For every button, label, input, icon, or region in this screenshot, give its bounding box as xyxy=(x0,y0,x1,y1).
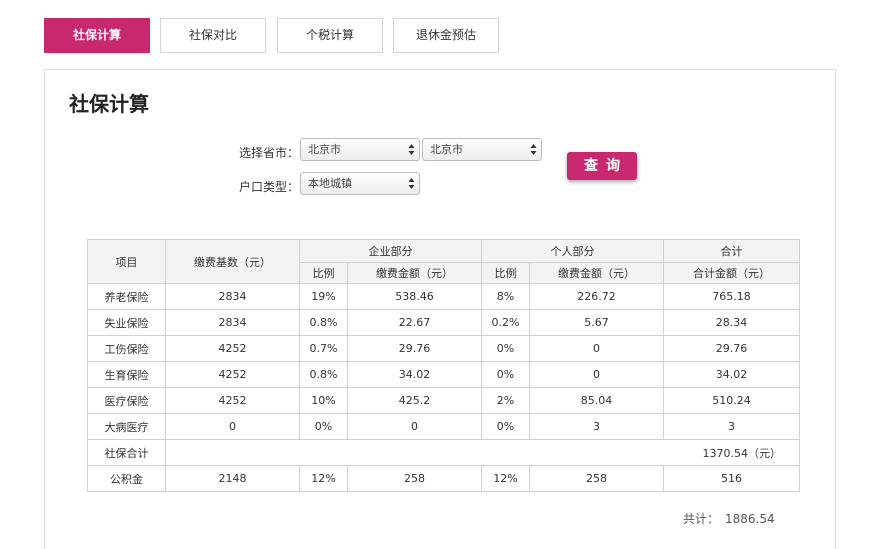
tab-social-insurance-calc[interactable]: 社保计算 xyxy=(44,18,150,53)
cell-personal-ratio: 0.2% xyxy=(481,309,530,336)
cell-base: 4252 xyxy=(165,387,300,414)
cell-item: 公积金 xyxy=(87,465,166,492)
province-select[interactable]: 北京市 xyxy=(300,138,420,161)
cell-total: 29.76 xyxy=(663,335,800,362)
cell-item: 养老保险 xyxy=(87,283,166,310)
cell-total: 765.18 xyxy=(663,283,800,310)
tab-social-insurance-compare[interactable]: 社保对比 xyxy=(160,18,266,53)
cell-item: 失业保险 xyxy=(87,309,166,336)
cell-base: 4252 xyxy=(165,361,300,388)
cell-total: 510.24 xyxy=(663,387,800,414)
cell-base: 4252 xyxy=(165,335,300,362)
cell-personal-ratio: 0% xyxy=(481,335,530,362)
header-total: 合计 xyxy=(663,239,800,263)
header-enterprise-amount: 缴费金额（元） xyxy=(347,262,482,284)
tab-pension-estimate[interactable]: 退休金预估 xyxy=(393,18,499,53)
grand-total-label: 共计： xyxy=(683,512,720,526)
fund-row: 公积金 2148 12% 258 12% 258 516 xyxy=(87,465,800,492)
cell-personal-ratio: 0% xyxy=(481,361,530,388)
cell-item: 生育保险 xyxy=(87,361,166,388)
hukou-value: 本地城镇 xyxy=(308,177,352,190)
cell-personal-amount: 0 xyxy=(529,361,664,388)
cell-enterprise-amount: 425.2 xyxy=(347,387,482,414)
cell-base: 0 xyxy=(165,413,300,440)
cell-personal-ratio: 2% xyxy=(481,387,530,414)
cell-enterprise-ratio: 0% xyxy=(299,413,348,440)
select-arrows-icon xyxy=(408,178,415,189)
cell-item: 医疗保险 xyxy=(87,387,166,414)
table-header-row: 项目 缴费基数（元） 企业部分 个人部分 合计 xyxy=(87,239,800,284)
cell-enterprise-ratio: 0.8% xyxy=(299,361,348,388)
city-value: 北京市 xyxy=(430,143,463,156)
cell-personal-amount: 85.04 xyxy=(529,387,664,414)
header-personal: 个人部分 xyxy=(481,239,664,263)
cell-enterprise-amount: 258 xyxy=(347,465,482,492)
page-title: 社保计算 xyxy=(69,92,149,116)
cell-enterprise-amount: 538.46 xyxy=(347,283,482,310)
cell-personal-ratio: 0% xyxy=(481,413,530,440)
cell-personal-amount: 3 xyxy=(529,413,664,440)
tab-income-tax-calc[interactable]: 个税计算 xyxy=(277,18,383,53)
social-total-row: 社保合计 1370.54（元） xyxy=(87,439,800,466)
cell-enterprise-amount: 29.76 xyxy=(347,335,482,362)
cell-personal-amount: 5.67 xyxy=(529,309,664,336)
cell-total: 34.02 xyxy=(663,361,800,388)
cell-base: 2834 xyxy=(165,309,300,336)
insurance-table: 项目 缴费基数（元） 企业部分 个人部分 合计 比例 缴费金额（元） 比例 缴费… xyxy=(87,239,800,492)
table-row: 大病医疗 0 0% 0 0% 3 3 xyxy=(87,413,800,440)
cell-item: 大病医疗 xyxy=(87,413,166,440)
cell-total: 516 xyxy=(663,465,800,492)
cell-personal-amount: 0 xyxy=(529,335,664,362)
table-row: 失业保险 2834 0.8% 22.67 0.2% 5.67 28.34 xyxy=(87,309,800,336)
header-personal-ratio: 比例 xyxy=(481,262,530,284)
cell-enterprise-ratio: 19% xyxy=(299,283,348,310)
select-arrows-icon xyxy=(530,144,537,155)
table-row: 工伤保险 4252 0.7% 29.76 0% 0 29.76 xyxy=(87,335,800,362)
cell-base: 2834 xyxy=(165,283,300,310)
header-total-amount: 合计金额（元） xyxy=(663,262,800,284)
city-select[interactable]: 北京市 xyxy=(422,138,542,161)
header-item: 项目 xyxy=(87,239,166,284)
cell-enterprise-amount: 0 xyxy=(347,413,482,440)
header-personal-amount: 缴费金额（元） xyxy=(529,262,664,284)
table-row: 养老保险 2834 19% 538.46 8% 226.72 765.18 xyxy=(87,283,800,310)
cell-personal-amount: 258 xyxy=(529,465,664,492)
social-total-value: 1370.54（元） xyxy=(165,439,800,466)
calculator-panel: 社保计算 选择省市： 北京市 北京市 户口类型： 本地城镇 查询 项目 缴费基数… xyxy=(44,69,836,549)
cell-total: 3 xyxy=(663,413,800,440)
cell-enterprise-amount: 22.67 xyxy=(347,309,482,336)
header-enterprise-ratio: 比例 xyxy=(299,262,348,284)
hukou-label: 户口类型： xyxy=(238,180,299,194)
cell-enterprise-amount: 34.02 xyxy=(347,361,482,388)
select-arrows-icon xyxy=(408,144,415,155)
table-row: 医疗保险 4252 10% 425.2 2% 85.04 510.24 xyxy=(87,387,800,414)
region-label: 选择省市： xyxy=(238,146,299,160)
cell-enterprise-ratio: 10% xyxy=(299,387,348,414)
social-total-label: 社保合计 xyxy=(87,439,166,466)
cell-enterprise-ratio: 0.8% xyxy=(299,309,348,336)
cell-personal-ratio: 8% xyxy=(481,283,530,310)
grand-total: 共计： 1886.54 xyxy=(683,510,775,527)
grand-total-value: 1886.54 xyxy=(725,512,775,526)
cell-personal-ratio: 12% xyxy=(481,465,530,492)
cell-item: 工伤保险 xyxy=(87,335,166,362)
hukou-select[interactable]: 本地城镇 xyxy=(300,172,420,195)
cell-personal-amount: 226.72 xyxy=(529,283,664,310)
cell-total: 28.34 xyxy=(663,309,800,336)
province-value: 北京市 xyxy=(308,143,341,156)
header-base: 缴费基数（元） xyxy=(165,239,300,284)
cell-enterprise-ratio: 0.7% xyxy=(299,335,348,362)
cell-enterprise-ratio: 12% xyxy=(299,465,348,492)
header-enterprise: 企业部分 xyxy=(299,239,482,263)
cell-base: 2148 xyxy=(165,465,300,492)
table-row: 生育保险 4252 0.8% 34.02 0% 0 34.02 xyxy=(87,361,800,388)
query-button[interactable]: 查询 xyxy=(567,152,637,180)
